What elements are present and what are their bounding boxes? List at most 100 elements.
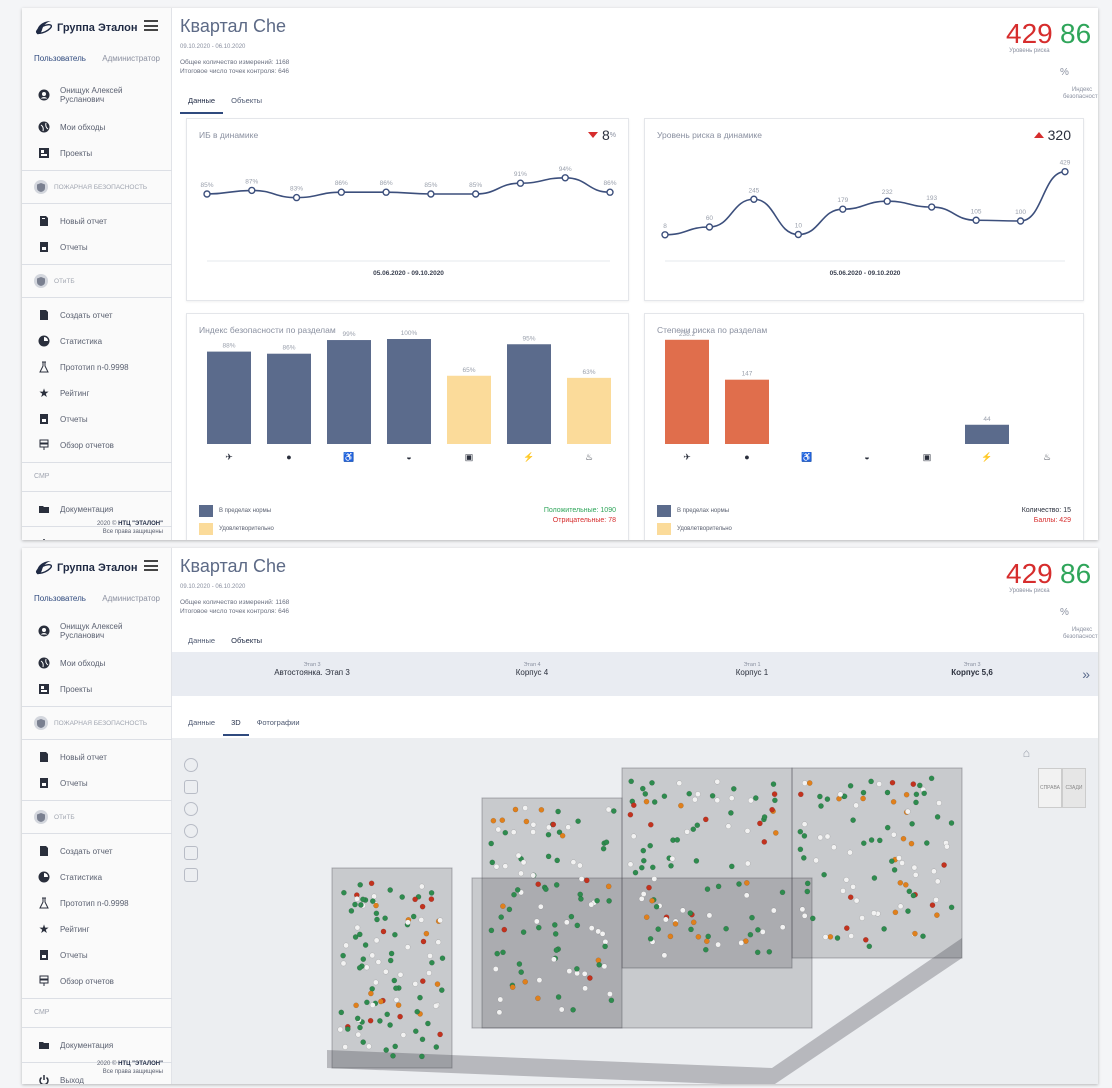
sensor-point xyxy=(574,965,580,972)
sidebar-item-create-report[interactable]: Создать отчет xyxy=(22,302,172,328)
sidebar-item-reports-review[interactable]: Обзор отчетов xyxy=(22,432,172,458)
sensor-point xyxy=(488,927,495,934)
sidebar-item-reports[interactable]: Отчеты xyxy=(22,770,172,796)
sidebar-item-reports[interactable]: Отчеты xyxy=(22,234,172,260)
sidebar-item-rounds[interactable]: Мои обходы xyxy=(22,650,172,676)
sensor-point xyxy=(868,778,874,785)
sidebar-item-reports-review[interactable]: Обзор отчетов xyxy=(22,968,172,994)
chevron-right-icon[interactable]: » xyxy=(1082,666,1090,682)
sidebar-item-statistics[interactable]: Статистика xyxy=(22,328,172,354)
role-admin[interactable]: Администратор xyxy=(102,54,160,63)
sidebar-item-rating[interactable]: ★ Рейтинг xyxy=(22,916,172,942)
sensor-point xyxy=(596,961,603,968)
shield-icon xyxy=(34,274,48,288)
sidebar-item-label: Проекты xyxy=(60,684,93,694)
sidebar-item-rating[interactable]: ★ Рейтинг xyxy=(22,380,172,406)
data-label: 245 xyxy=(748,187,759,194)
sensor-point xyxy=(736,881,742,887)
sensor-point xyxy=(861,840,867,846)
sidebar-item-projects[interactable]: Проекты xyxy=(22,676,172,702)
tab-objects[interactable]: Объекты xyxy=(223,632,271,654)
tab-data[interactable]: Данные xyxy=(180,92,224,114)
sensor-point xyxy=(817,793,823,800)
object-item-selected[interactable]: Этап 3 Корпус 5,6 xyxy=(902,662,1042,677)
sensor-point xyxy=(520,859,527,866)
section-smr[interactable]: СМР xyxy=(22,467,172,487)
safety-label: Индекс безопасности xyxy=(1063,627,1098,640)
data-label: 85% xyxy=(424,182,437,189)
section-fire-safety[interactable]: ПОЖАРНАЯ БЕЗОПАСНОСТЬ xyxy=(22,175,172,199)
bar xyxy=(447,375,491,444)
user-icon xyxy=(38,625,50,637)
sensor-point xyxy=(936,800,942,806)
sidebar-item-statistics[interactable]: Статистика xyxy=(22,864,172,890)
sensor-point xyxy=(913,799,919,806)
bar xyxy=(327,340,371,444)
sensor-point xyxy=(353,1002,359,1009)
section-label: ПОЖАРНАЯ БЕЗОПАСНОСТЬ xyxy=(54,183,148,191)
object-item[interactable]: Этап 3 Автостоянка. Этап 3 xyxy=(242,662,382,677)
sensor-point xyxy=(649,864,656,871)
sensor-point xyxy=(906,888,913,895)
sidebar-item-ot-reports[interactable]: Отчеты xyxy=(22,942,172,968)
tab-data[interactable]: Данные xyxy=(180,632,223,654)
sensor-point xyxy=(647,842,654,849)
sensor-point xyxy=(747,931,754,938)
sidebar-item-create-report[interactable]: Создать отчет xyxy=(22,838,172,864)
sidebar-item-docs[interactable]: Документация xyxy=(22,1032,172,1058)
sensor-point xyxy=(900,835,907,842)
user-profile[interactable]: Онищук Алексей Русланович xyxy=(22,612,172,650)
tab-objects[interactable]: Объекты xyxy=(223,92,270,114)
bar-label: 65% xyxy=(462,367,475,374)
logo[interactable]: Группа Эталон xyxy=(34,16,138,40)
sidebar-item-prototype[interactable]: Прототип n-0.9998 xyxy=(22,890,172,916)
role-admin[interactable]: Администратор xyxy=(102,594,160,603)
sensor-point xyxy=(643,914,650,920)
sidebar-item-projects[interactable]: Проекты xyxy=(22,140,172,166)
sensor-point xyxy=(412,896,418,903)
object-item[interactable]: Этап 1 Корпус 1 xyxy=(682,662,822,677)
sensor-point xyxy=(498,914,505,920)
sensor-point xyxy=(588,925,595,931)
subtab-photos[interactable]: Фотографии xyxy=(249,714,308,736)
menu-icon[interactable] xyxy=(144,20,158,31)
sensor-point xyxy=(933,896,939,903)
3d-viewer[interactable]: ⌂ СПРАВА СЗАДИ xyxy=(172,738,1098,1084)
section-fire-safety[interactable]: ПОЖАРНАЯ БЕЗОПАСНОСТЬ xyxy=(22,711,172,735)
menu-icon[interactable] xyxy=(144,560,158,571)
sensor-point xyxy=(941,862,947,868)
sidebar-item-docs[interactable]: Документация xyxy=(22,496,172,522)
sensor-point xyxy=(818,803,824,809)
sidebar-item-rounds[interactable]: Мои обходы xyxy=(22,114,172,140)
sensor-point xyxy=(817,834,824,841)
section-ot[interactable]: ОТиТБ xyxy=(22,805,172,829)
role-user[interactable]: Пользователь xyxy=(34,594,86,603)
sensor-point xyxy=(360,896,366,903)
object-item[interactable]: Этап 4 Корпус 4 xyxy=(462,662,602,677)
sensor-point xyxy=(581,970,588,977)
subtab-3d[interactable]: 3D xyxy=(223,714,249,736)
power-icon xyxy=(38,538,50,540)
worker-icon: ● xyxy=(286,452,291,462)
sidebar-item-prototype[interactable]: Прототип n-0.9998 xyxy=(22,354,172,380)
flask-icon xyxy=(38,897,50,909)
section-smr[interactable]: СМР xyxy=(22,1003,172,1023)
measurements-count: Общее количество измерений: 1168 xyxy=(180,59,290,66)
object-subtabs: Данные 3D Фотографии xyxy=(180,714,308,736)
crane-icon: ✈ xyxy=(683,452,691,462)
sensor-point xyxy=(667,933,674,940)
sensor-point xyxy=(761,814,768,820)
role-user[interactable]: Пользователь xyxy=(34,54,86,63)
logo[interactable]: Группа Эталон xyxy=(34,556,138,580)
subtab-data[interactable]: Данные xyxy=(180,714,223,736)
sidebar-item-new-report[interactable]: Новый отчет xyxy=(22,744,172,770)
star-icon: ★ xyxy=(38,386,50,400)
sidebar-item-new-report[interactable]: Новый отчет xyxy=(22,208,172,234)
user-profile[interactable]: Онищук Алексей Русланович xyxy=(22,76,172,114)
section-ot[interactable]: ОТиТБ xyxy=(22,269,172,293)
sensor-point xyxy=(801,912,808,919)
sensor-point xyxy=(892,909,899,916)
document-icon xyxy=(38,751,50,763)
sidebar-item-ot-reports[interactable]: Отчеты xyxy=(22,406,172,432)
sensor-point xyxy=(412,981,419,987)
